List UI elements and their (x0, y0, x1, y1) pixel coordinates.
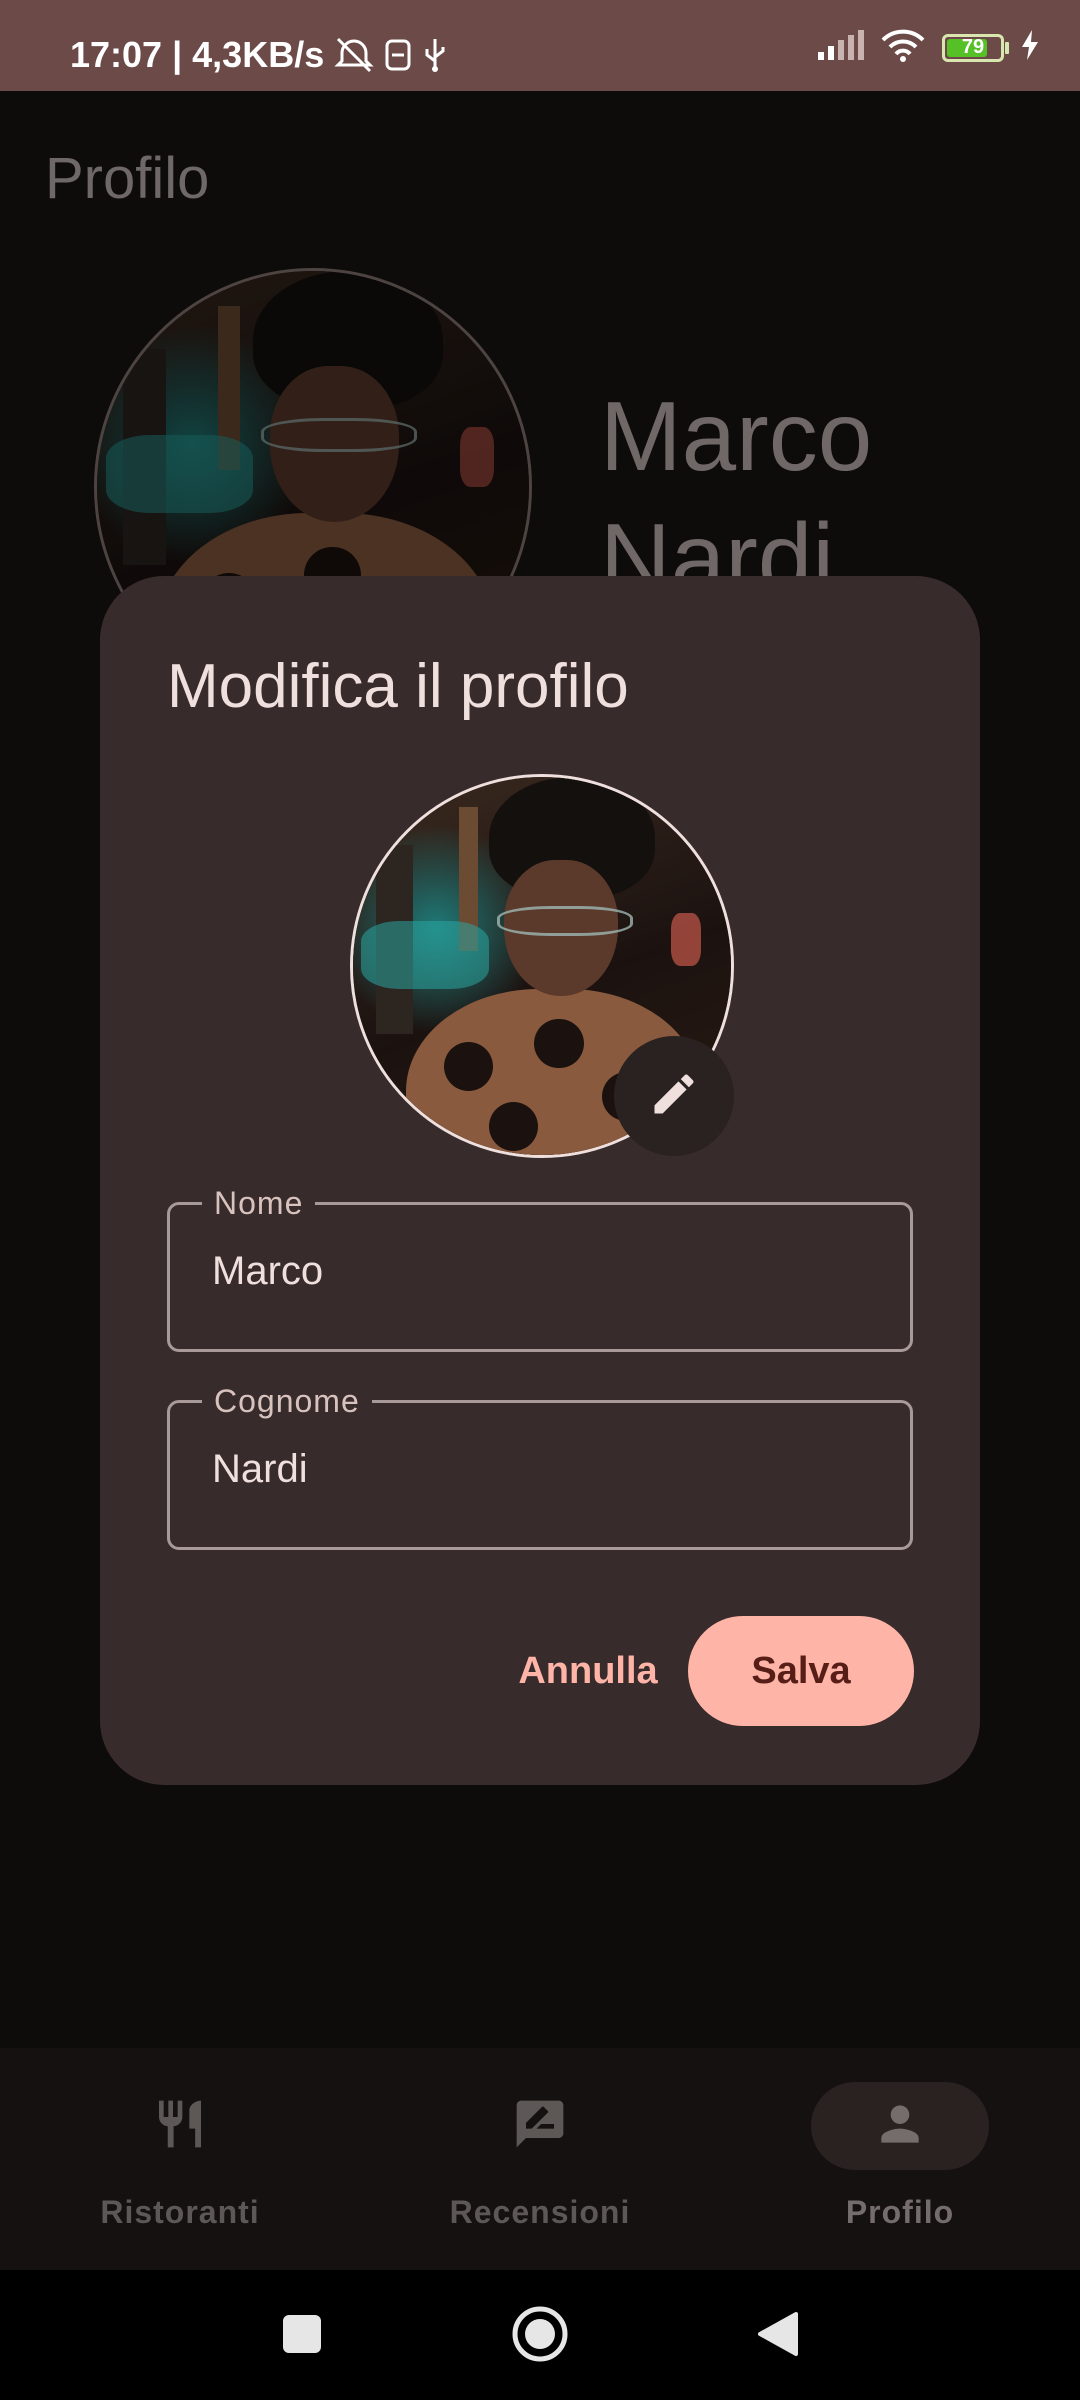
charging-icon (1020, 30, 1040, 65)
edit-avatar-button[interactable] (614, 1036, 734, 1156)
system-navigation-bar (0, 2270, 1080, 2400)
nav-icon-container-active (811, 2082, 989, 2170)
last-name-label: Cognome (202, 1381, 372, 1421)
nav-item-recensioni[interactable]: Recensioni (360, 2048, 720, 2270)
home-button[interactable] (510, 2306, 570, 2366)
nav-label-profilo: Profilo (845, 2194, 955, 2230)
dialog-title: Modifica il profilo (167, 652, 629, 721)
recents-button[interactable] (272, 2306, 332, 2366)
bottom-navigation: Ristoranti Recensioni Profilo (0, 2048, 1080, 2270)
wifi-icon (880, 28, 926, 67)
alarm-off-icon (334, 37, 374, 73)
page-title: Profilo (45, 146, 210, 211)
status-bar-right: 79 (816, 28, 1040, 67)
nav-icon-container (91, 2082, 269, 2170)
status-bar: 17:07 | 4,3KB/s 79 (0, 0, 1080, 91)
triangle-back-icon (756, 2310, 800, 2363)
usb-icon (422, 37, 448, 73)
nav-label-recensioni: Recensioni (449, 2194, 631, 2230)
nav-item-profilo[interactable]: Profilo (720, 2048, 1080, 2270)
last-name-input[interactable] (212, 1447, 872, 1492)
save-button[interactable]: Salva (688, 1616, 914, 1726)
nav-icon-container (451, 2082, 629, 2170)
last-name-field[interactable]: Cognome (167, 1381, 913, 1550)
network-speed: 4,3KB/s (192, 34, 325, 75)
status-bar-left: 17:07 | 4,3KB/s (70, 34, 448, 76)
battery-level: 79 (961, 36, 985, 58)
person-icon (872, 2096, 928, 2157)
back-button[interactable] (748, 2306, 808, 2366)
profile-first-name: Marco (600, 381, 873, 491)
cancel-button[interactable]: Annulla (478, 1634, 698, 1708)
nav-item-ristoranti[interactable]: Ristoranti (0, 2048, 360, 2270)
edit-profile-dialog: Modifica il profilo Nome Cognome Annulla… (100, 576, 980, 1785)
review-icon (512, 2096, 568, 2157)
battery-nub (1005, 41, 1009, 54)
square-icon (282, 2314, 322, 2359)
signal-icon (816, 30, 864, 65)
fork-knife-icon (152, 2096, 208, 2157)
first-name-label: Nome (202, 1183, 316, 1223)
battery-icon: 79 (942, 33, 1009, 62)
status-separator: | (172, 34, 183, 75)
nav-label-ristoranti: Ristoranti (100, 2194, 260, 2230)
first-name-input[interactable] (212, 1249, 872, 1294)
sim-icon (384, 38, 412, 72)
clock: 17:07 (70, 34, 163, 75)
circle-icon (511, 2305, 569, 2368)
first-name-field[interactable]: Nome (167, 1183, 913, 1352)
pencil-icon (648, 1068, 700, 1125)
